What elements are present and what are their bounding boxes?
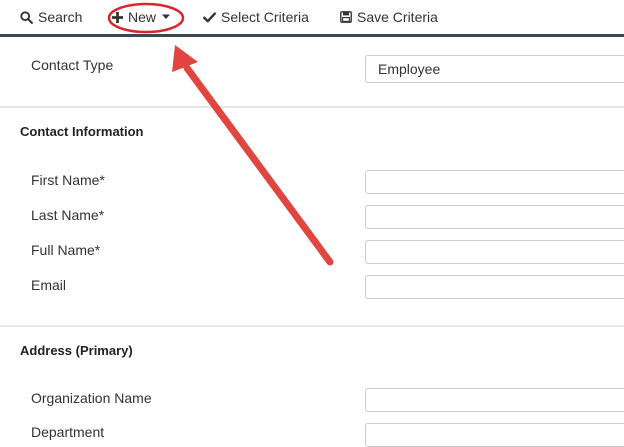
arrow-head — [172, 45, 198, 72]
new-label: New — [128, 9, 157, 25]
check-icon — [203, 11, 216, 22]
last-name-label: Last Name* — [31, 207, 105, 223]
save-criteria-button[interactable]: Save Criteria — [340, 8, 438, 26]
section-divider — [0, 325, 624, 327]
organization-name-label: Organization Name — [31, 390, 152, 406]
toolbar-divider — [0, 34, 624, 37]
plus-icon — [112, 11, 123, 23]
section-divider — [0, 106, 624, 108]
email-label: Email — [31, 277, 67, 293]
caret-down-icon — [162, 14, 171, 19]
contact-information-heading: Contact Information — [20, 124, 144, 139]
department-label: Department — [31, 424, 105, 440]
full-name-field[interactable] — [365, 240, 624, 264]
last-name-field[interactable] — [365, 205, 624, 229]
first-name-label: First Name* — [31, 172, 105, 188]
full-name-label: Full Name* — [31, 242, 101, 258]
search-button[interactable]: Search — [20, 8, 82, 26]
search-icon — [20, 10, 33, 24]
save-criteria-label: Save Criteria — [357, 9, 438, 25]
contact-type-label: Contact Type — [31, 57, 114, 73]
toolbar: Search New Select Criteria Save Criteria — [0, 0, 624, 34]
search-label: Search — [38, 9, 83, 25]
select-criteria-button[interactable]: Select Criteria — [203, 8, 309, 26]
address-primary-heading: Address (Primary) — [20, 343, 133, 358]
email-field[interactable] — [365, 275, 624, 299]
select-criteria-label: Select Criteria — [221, 9, 309, 25]
contact-type-select[interactable]: Employee — [365, 55, 624, 83]
new-dropdown-button[interactable]: New — [112, 8, 171, 26]
department-field[interactable] — [365, 423, 624, 447]
arrow-shaft — [183, 64, 334, 266]
floppy-disk-icon — [340, 11, 352, 23]
first-name-field[interactable] — [365, 170, 624, 194]
organization-name-field[interactable] — [365, 388, 624, 412]
